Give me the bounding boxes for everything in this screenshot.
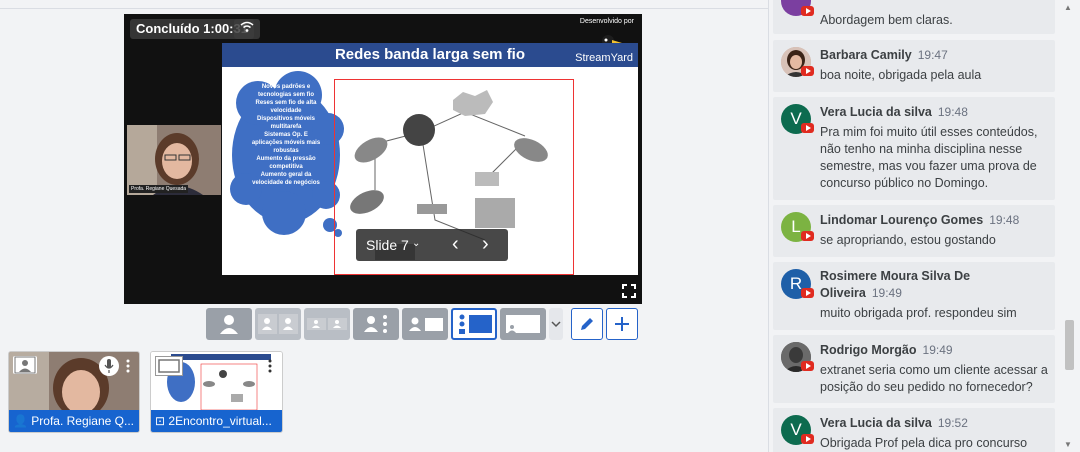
chat-message: R Rosimere Moura Silva De Oliveira 19:49 … bbox=[773, 262, 1055, 330]
thumbnail-presentation[interactable]: ⊡ 2Encontro_virtual... bbox=[150, 351, 283, 433]
layout-screen-full-button[interactable] bbox=[500, 308, 546, 340]
panel-divider bbox=[768, 0, 769, 452]
chat-time: 19:47 bbox=[917, 48, 948, 62]
scroll-up-arrow-icon[interactable]: ▲ bbox=[1064, 3, 1072, 12]
chat-author: Vera Lucia da silva 19:48 bbox=[820, 105, 968, 119]
slide-brand-label: StreamYard bbox=[575, 52, 633, 64]
chat-message-text: Abordagem bem claras. bbox=[820, 13, 953, 27]
more-vertical-icon[interactable] bbox=[265, 358, 275, 374]
chat-author: Barbara Camily 19:47 bbox=[820, 48, 948, 62]
chat-time: 19:49 bbox=[871, 286, 902, 300]
youtube-icon bbox=[801, 66, 814, 76]
chat-time: 19:52 bbox=[937, 416, 968, 430]
chat-author: Rodrigo Morgão 19:49 bbox=[820, 343, 953, 357]
presenter-camera-small: Profa. Regiane Quesada bbox=[127, 125, 221, 195]
developed-by-label: Desenvolvido por bbox=[579, 18, 634, 25]
chat-time: 19:48 bbox=[937, 105, 968, 119]
layout-split-button[interactable] bbox=[255, 308, 301, 340]
more-vertical-icon[interactable] bbox=[123, 358, 133, 374]
chat-author: Rosimere Moura Silva De Oliveira 19:49 bbox=[820, 269, 971, 300]
chat-time: 19:48 bbox=[989, 213, 1020, 227]
chat-message: Rodrigo Morgão 19:49 extranet seria como … bbox=[773, 335, 1055, 403]
thumbnail-label: 2Encontro_virtual... bbox=[168, 414, 272, 428]
presentation-icon bbox=[155, 356, 183, 376]
thumbnail-footer: 👤 Profa. Regiane Q... bbox=[9, 410, 139, 432]
person-small-icon: 👤 bbox=[13, 414, 32, 428]
add-plus-icon[interactable] bbox=[606, 308, 638, 340]
wifi-icon bbox=[234, 19, 260, 39]
layout-solo-button[interactable] bbox=[206, 308, 252, 340]
next-slide-icon[interactable]: › bbox=[482, 233, 489, 256]
thought-cloud-text: Novos padrões e tecnologias sem fio Rese… bbox=[251, 84, 321, 186]
chat-author: Vera Lucia da silva 19:52 bbox=[820, 416, 968, 430]
chat-time: 19:49 bbox=[922, 343, 953, 357]
fullscreen-icon[interactable] bbox=[622, 284, 636, 298]
person-icon bbox=[13, 356, 37, 374]
layout-more-chevron-icon[interactable] bbox=[549, 308, 563, 340]
chat-message-text: se apropriando, estou gostando bbox=[820, 233, 996, 247]
thumbnail-footer: ⊡ 2Encontro_virtual... bbox=[151, 410, 282, 432]
chat-message: V Vera Lucia da silva 19:52 Obrigada Prof… bbox=[773, 408, 1055, 452]
camera-name-tag: Profa. Regiane Quesada bbox=[129, 185, 189, 193]
edit-pencil-icon[interactable] bbox=[571, 308, 603, 340]
youtube-icon bbox=[801, 288, 814, 298]
chat-message: L Lindomar Lourenço Gomes 19:48 se apropr… bbox=[773, 205, 1055, 257]
slide-select-button[interactable]: Slide 7 bbox=[366, 237, 409, 253]
chat-message-text: extranet seria como um cliente acessar a… bbox=[820, 363, 1048, 394]
layout-screen-side-button[interactable] bbox=[402, 308, 448, 340]
chat-message: V Vera Lucia da silva 19:48 Pra mim foi m… bbox=[773, 97, 1055, 200]
youtube-icon bbox=[801, 434, 814, 444]
chat-message-text: Obrigada Prof pela dica pro concurso bbox=[820, 436, 1028, 450]
microphone-icon[interactable] bbox=[99, 356, 119, 376]
chat-scrollbar[interactable] bbox=[1062, 0, 1076, 452]
youtube-icon bbox=[801, 123, 814, 133]
chat-message-text: muito obrigada prof. respondeu sim bbox=[820, 306, 1017, 320]
thumbnail-presenter[interactable]: 👤 Profa. Regiane Q... bbox=[8, 351, 140, 433]
slides-small-icon: ⊡ bbox=[155, 414, 169, 428]
chat-message-text: Pra mim foi muito útil esses conteúdos, … bbox=[820, 125, 1038, 190]
chat-scrollbar-thumb[interactable] bbox=[1065, 320, 1074, 370]
chat-panel: Abordagem bem claras. Barbara Camily 19:4… bbox=[773, 0, 1057, 452]
layout-group-button[interactable] bbox=[353, 308, 399, 340]
thumbnail-label: Profa. Regiane Q... bbox=[31, 414, 135, 428]
chat-message-text: boa noite, obrigada pela aula bbox=[820, 68, 982, 82]
chevron-down-icon[interactable]: ⌄ bbox=[412, 238, 420, 249]
scroll-down-arrow-icon[interactable]: ▼ bbox=[1064, 440, 1072, 449]
chat-message: Barbara Camily 19:47 boa noite, obrigada … bbox=[773, 40, 1055, 92]
youtube-icon bbox=[801, 6, 814, 16]
layout-wide-split-button[interactable] bbox=[304, 308, 350, 340]
top-divider bbox=[0, 8, 768, 9]
youtube-icon bbox=[801, 231, 814, 241]
youtube-icon bbox=[801, 361, 814, 371]
slide-navigation-control: Slide 7 ⌄ ‹ › bbox=[356, 229, 508, 261]
layout-screen-sidebar-button[interactable] bbox=[451, 308, 497, 340]
broadcast-stage: Concluído 1:00:31 Desenvolvido por Profa… bbox=[124, 14, 642, 304]
streamyard-studio: Concluído 1:00:31 Desenvolvido por Profa… bbox=[0, 0, 1080, 452]
chat-message: Abordagem bem claras. bbox=[773, 0, 1055, 34]
chat-author: Lindomar Lourenço Gomes 19:48 bbox=[820, 213, 1020, 227]
previous-slide-icon[interactable]: ‹ bbox=[452, 233, 459, 256]
